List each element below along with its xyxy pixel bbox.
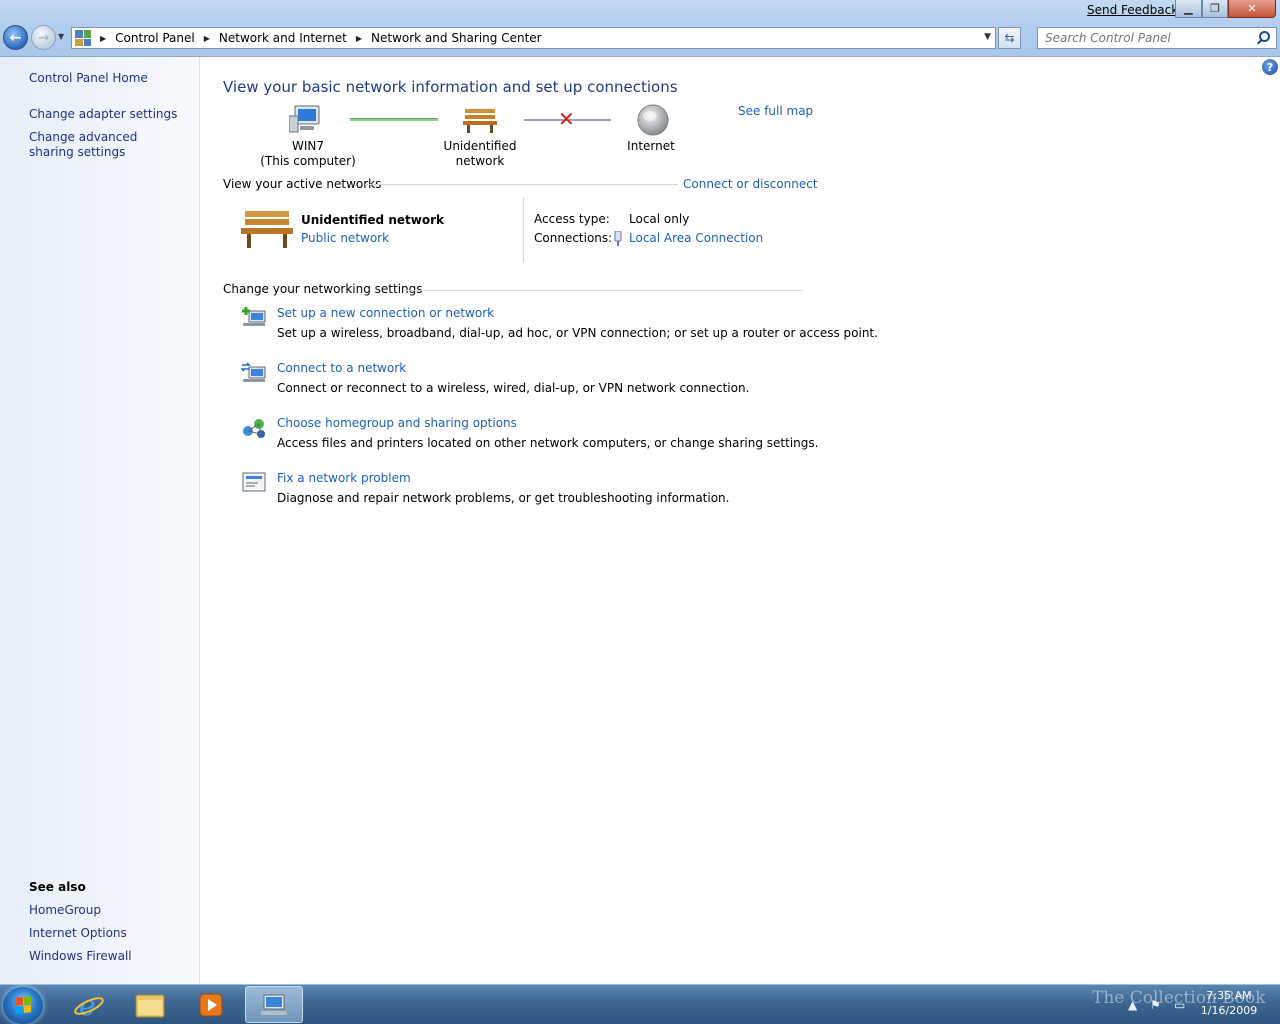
address-bar[interactable]: ▶ Control Panel ▶ Network and Internet ▶… bbox=[71, 27, 996, 49]
show-hidden-icons[interactable]: ▲ bbox=[1128, 998, 1137, 1012]
restore-button[interactable]: ❐ bbox=[1202, 0, 1228, 18]
internet-options-link[interactable]: Internet Options bbox=[29, 926, 127, 941]
network-label: Unidentified network bbox=[443, 139, 517, 168]
send-feedback-link[interactable]: Send Feedback bbox=[1087, 3, 1178, 17]
network-location-type-link[interactable]: Public network bbox=[301, 231, 389, 245]
chevron-right-icon[interactable]: ▶ bbox=[356, 34, 362, 43]
breadcrumb-network-and-internet[interactable]: Network and Internet bbox=[219, 31, 347, 45]
page-title: View your basic network information and … bbox=[223, 78, 678, 96]
windows-firewall-link[interactable]: Windows Firewall bbox=[29, 949, 132, 964]
taskbar-explorer[interactable] bbox=[121, 986, 179, 1023]
refresh-button[interactable]: ⇆ bbox=[998, 27, 1021, 49]
change-adapter-settings-link[interactable]: Change adapter settings bbox=[29, 107, 177, 122]
start-button[interactable] bbox=[3, 987, 43, 1024]
search-input[interactable] bbox=[1038, 28, 1248, 48]
clock-time: 7:35 AM bbox=[1206, 989, 1252, 1002]
see-full-map-link[interactable]: See full map bbox=[738, 104, 813, 118]
no-connection-x-icon: ✕ bbox=[558, 107, 575, 131]
taskbar-control-panel[interactable] bbox=[245, 986, 303, 1023]
close-button[interactable]: ✕ bbox=[1228, 0, 1276, 18]
divider bbox=[365, 184, 678, 185]
troubleshoot-icon bbox=[242, 472, 266, 492]
internet-globe-icon[interactable] bbox=[637, 104, 669, 136]
clock[interactable]: 7:35 AM 1/16/2009 bbox=[1196, 988, 1262, 1018]
internet-label: Internet bbox=[627, 139, 675, 153]
active-network-name: Unidentified network bbox=[301, 213, 444, 227]
internet-explorer-icon: e bbox=[74, 990, 104, 1020]
recent-pages-dropdown[interactable]: ▼ bbox=[58, 32, 64, 41]
fix-network-problem-desc: Diagnose and repair network problems, or… bbox=[277, 491, 730, 505]
computer-icon[interactable] bbox=[289, 104, 323, 134]
media-player-icon bbox=[199, 993, 223, 1016]
search-box[interactable] bbox=[1037, 27, 1277, 49]
divider bbox=[404, 290, 803, 291]
minimize-button[interactable]: ▁ bbox=[1175, 0, 1202, 18]
bench-network-icon[interactable] bbox=[463, 106, 497, 134]
taskbar-internet-explorer[interactable]: e bbox=[60, 986, 118, 1023]
title-bar: Send Feedback ▁ ❐ ✕ ← → ▼ ▶ Control Pane… bbox=[0, 0, 1280, 57]
windows-logo-icon bbox=[15, 996, 31, 1014]
access-type-label: Access type: bbox=[534, 212, 610, 226]
bench-network-icon bbox=[241, 211, 293, 248]
setup-new-connection-desc: Set up a wireless, broadband, dial-up, a… bbox=[277, 326, 878, 340]
see-also-heading: See also bbox=[29, 880, 86, 894]
connect-network-icon bbox=[241, 362, 266, 382]
connect-or-disconnect-link[interactable]: Connect or disconnect bbox=[683, 177, 818, 191]
change-advanced-sharing-settings-link[interactable]: Change advanced sharing settings bbox=[29, 130, 179, 160]
breadcrumb-network-and-sharing-center[interactable]: Network and Sharing Center bbox=[371, 31, 542, 45]
left-navigation-pane: Control Panel Home Change adapter settin… bbox=[0, 57, 200, 984]
flag-icon[interactable]: ⚑ bbox=[1150, 998, 1161, 1012]
access-type-value: Local only bbox=[629, 212, 690, 226]
ethernet-plug-icon bbox=[614, 231, 622, 246]
active-networks-heading: View your active networks bbox=[223, 177, 382, 191]
connection-line-ok bbox=[350, 118, 438, 121]
chevron-right-icon[interactable]: ▶ bbox=[204, 34, 210, 43]
address-dropdown-icon[interactable]: ▼ bbox=[984, 32, 991, 42]
control-panel-home-link[interactable]: Control Panel Home bbox=[29, 71, 148, 86]
homegroup-sharing-link[interactable]: Choose homegroup and sharing options bbox=[277, 416, 517, 430]
setup-new-connection-link[interactable]: Set up a new connection or network bbox=[277, 306, 494, 320]
network-center-icon bbox=[261, 994, 287, 1015]
fix-network-problem-link[interactable]: Fix a network problem bbox=[277, 471, 411, 485]
forward-button[interactable]: → bbox=[31, 25, 56, 50]
search-icon[interactable] bbox=[1259, 31, 1270, 42]
vertical-divider bbox=[523, 197, 524, 262]
taskbar-media-player[interactable] bbox=[182, 986, 240, 1023]
this-computer-label: (This computer) bbox=[260, 154, 356, 168]
connect-to-network-desc: Connect or reconnect to a wireless, wire… bbox=[277, 381, 750, 395]
help-icon[interactable]: ? bbox=[1262, 59, 1278, 75]
homegroup-link[interactable]: HomeGroup bbox=[29, 903, 101, 918]
folder-icon bbox=[135, 994, 165, 1017]
new-connection-icon bbox=[242, 307, 266, 326]
chevron-right-icon[interactable]: ▶ bbox=[100, 34, 106, 43]
control-panel-icon bbox=[75, 30, 91, 46]
breadcrumb-control-panel[interactable]: Control Panel bbox=[115, 31, 195, 45]
computer-name-label: WIN7 (This computer) bbox=[258, 139, 358, 169]
computer-name: WIN7 bbox=[291, 139, 324, 153]
connect-to-network-link[interactable]: Connect to a network bbox=[277, 361, 406, 375]
homegroup-sharing-desc: Access files and printers located on oth… bbox=[277, 436, 819, 450]
network-tray-icon[interactable]: ▭ bbox=[1174, 998, 1185, 1012]
homegroup-icon bbox=[243, 419, 265, 438]
connections-label: Connections: bbox=[534, 231, 613, 245]
back-button[interactable]: ← bbox=[3, 25, 28, 50]
clock-date: 1/16/2009 bbox=[1200, 1004, 1258, 1017]
main-content bbox=[201, 57, 1280, 984]
local-area-connection-link[interactable]: Local Area Connection bbox=[629, 231, 763, 245]
change-settings-heading: Change your networking settings bbox=[223, 282, 423, 296]
